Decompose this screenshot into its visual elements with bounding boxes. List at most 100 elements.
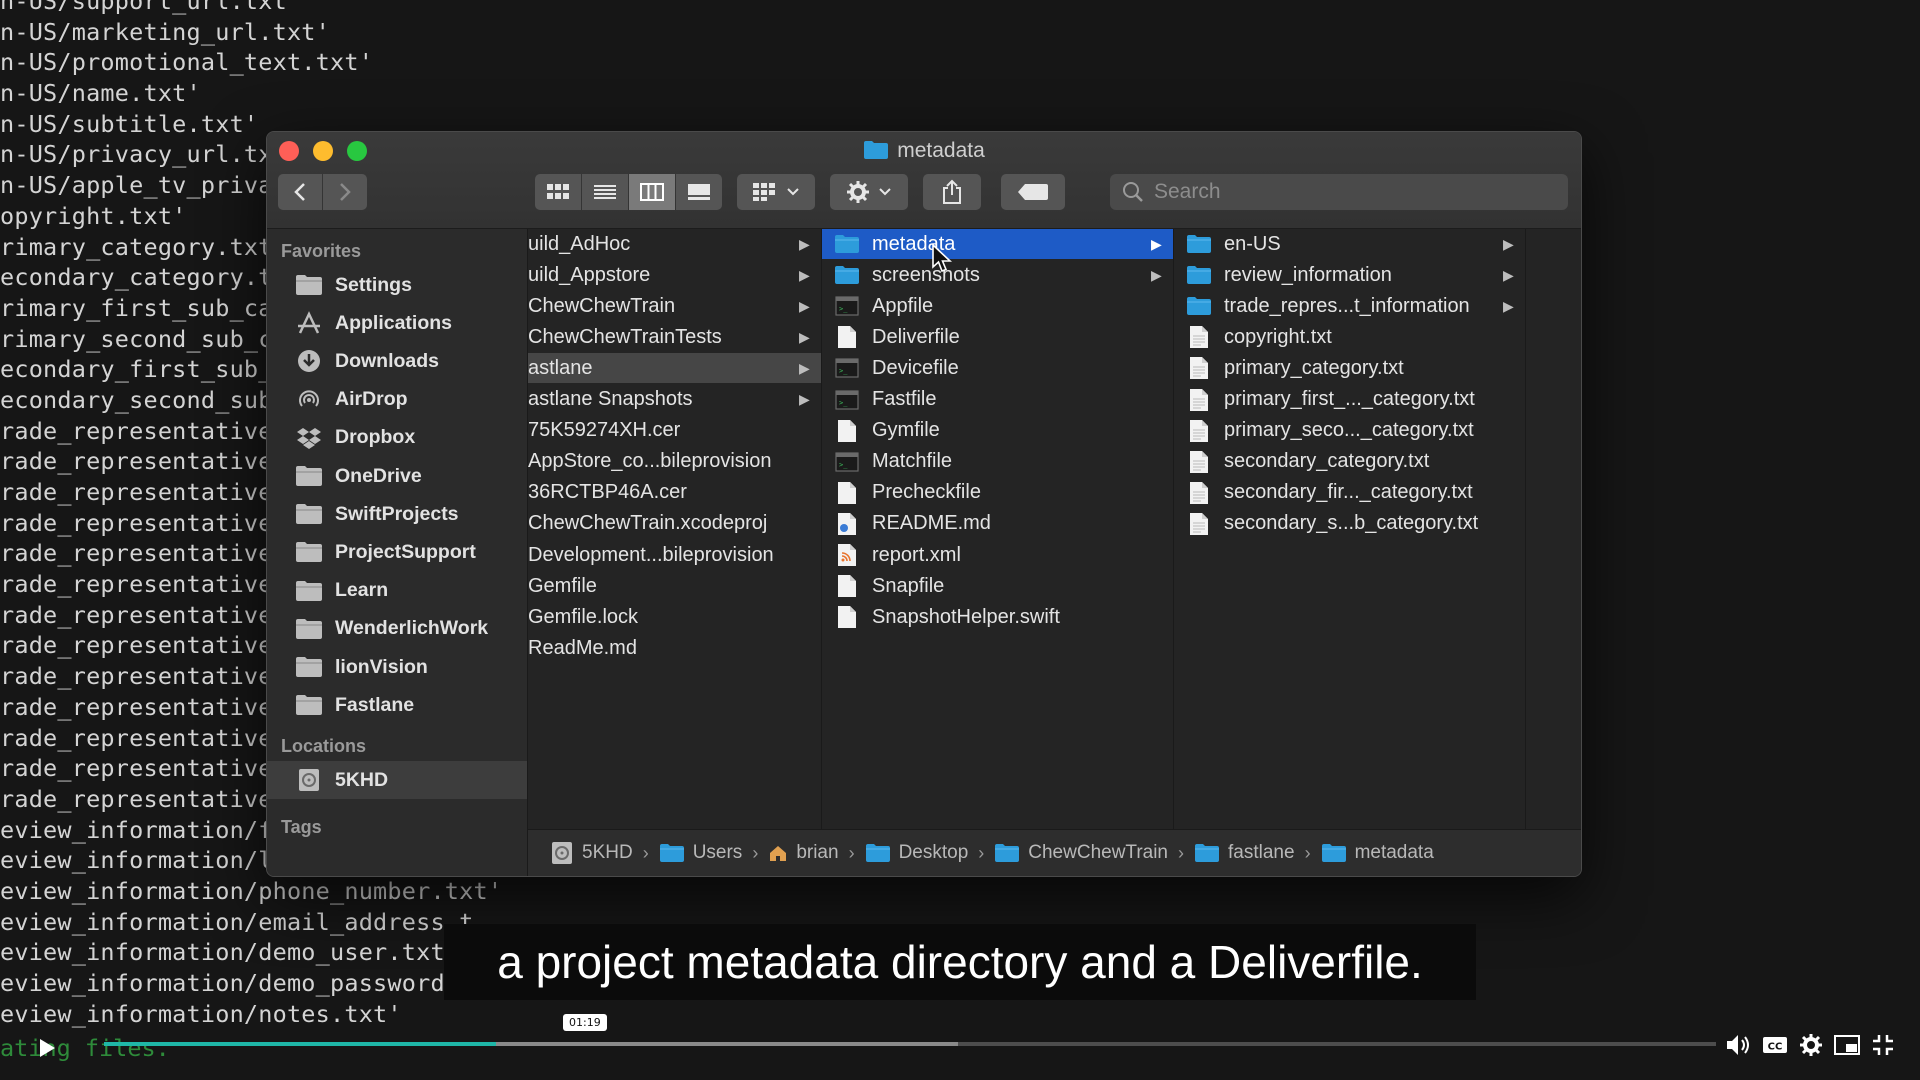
volume-button[interactable]	[1724, 1030, 1754, 1060]
file-row[interactable]: ChewChewTrain.xcodeproj	[528, 509, 821, 539]
row-label: screenshots	[872, 263, 980, 286]
svg-text:>_: >_	[839, 367, 848, 375]
picture-in-picture-button[interactable]	[1832, 1030, 1862, 1060]
chevron-down-icon	[787, 188, 799, 196]
file-row[interactable]: Development...bileprovision	[528, 540, 821, 570]
folder-icon	[1186, 293, 1212, 319]
folder-row[interactable]: astlane ▶	[528, 353, 821, 384]
list-view-button[interactable]	[582, 174, 628, 210]
sidebar-item-applications[interactable]: Applications	[267, 304, 527, 342]
path-crumb[interactable]: brian	[768, 842, 839, 864]
crumb-label: fastlane	[1228, 842, 1295, 863]
sidebar-item-lionvision[interactable]: lionVision	[267, 648, 527, 686]
file-row[interactable]: 75K59274XH.cer	[528, 416, 821, 446]
file-row[interactable]: >_ Devicefile	[822, 353, 1173, 383]
column-view-button[interactable]	[629, 174, 675, 210]
file-row[interactable]: SnapshotHelper.swift	[822, 602, 1173, 632]
path-crumb[interactable]: Users	[659, 842, 742, 864]
tag-button[interactable]	[1001, 174, 1065, 210]
row-label: review_information	[1224, 263, 1392, 286]
document-icon	[834, 480, 860, 506]
text-file-icon	[1186, 449, 1212, 475]
captions-button[interactable]: CC	[1760, 1030, 1790, 1060]
sidebar-item-label: Applications	[335, 311, 453, 334]
text-file-icon	[1186, 511, 1212, 537]
folder-row[interactable]: metadata ▶	[822, 229, 1173, 259]
gallery-view-button[interactable]	[676, 174, 722, 210]
file-row[interactable]: >_ Matchfile	[822, 447, 1173, 477]
file-row[interactable]: Snapfile	[822, 571, 1173, 601]
folder-row[interactable]: ChewChewTrain ▶	[528, 291, 821, 321]
sidebar-item-onedrive[interactable]: OneDrive	[267, 457, 527, 495]
group-by-button[interactable]	[737, 174, 815, 210]
file-row[interactable]: primary_seco..._category.txt	[1174, 416, 1525, 446]
folder-row[interactable]: en-US ▶	[1174, 229, 1525, 259]
window-title: metadata	[267, 139, 1581, 166]
file-row[interactable]: secondary_category.txt	[1174, 447, 1525, 477]
sidebar-item-5khd[interactable]: 5KHD	[267, 761, 527, 799]
folder-row[interactable]: astlane Snapshots ▶	[528, 385, 821, 415]
file-row[interactable]: ReadMe.md	[528, 633, 821, 663]
share-button[interactable]	[923, 174, 981, 210]
progress-bar[interactable]	[104, 1042, 1716, 1046]
sidebar-item-airdrop[interactable]: AirDrop	[267, 381, 527, 419]
action-menu-button[interactable]	[830, 174, 908, 210]
file-row[interactable]: secondary_fir..._category.txt	[1174, 478, 1525, 508]
icon-view-button[interactable]	[535, 174, 581, 210]
folder-row[interactable]: ChewChewTrainTests ▶	[528, 322, 821, 352]
file-row[interactable]: report.xml	[822, 540, 1173, 570]
sidebar-item-wenderlichwork[interactable]: WenderlichWork	[267, 610, 527, 648]
row-label: primary_first_..._category.txt	[1224, 388, 1475, 410]
folder-row[interactable]: uild_AdHoc ▶	[528, 229, 821, 259]
chevron-right-icon: ›	[1178, 842, 1185, 863]
sidebar: Favorites Locations Tags Settings Applica…	[267, 229, 528, 876]
file-row[interactable]: 36RCTBP46A.cer	[528, 478, 821, 508]
path-crumb[interactable]: Desktop	[865, 842, 969, 864]
path-crumb[interactable]: metadata	[1321, 842, 1434, 864]
sidebar-item-downloads[interactable]: Downloads	[267, 342, 527, 380]
file-row[interactable]: AppStore_co...bileprovision	[528, 447, 821, 477]
crumb-label: Desktop	[898, 842, 969, 863]
row-label: ChewChewTrainTests	[528, 325, 722, 348]
file-row[interactable]: >_ Appfile	[822, 291, 1173, 321]
forward-button[interactable]	[323, 174, 367, 210]
file-row[interactable]: README.md	[822, 509, 1173, 539]
file-row[interactable]: Gemfile	[528, 571, 821, 601]
exec-file-icon: >_	[834, 449, 860, 475]
sidebar-item-fastlane[interactable]: Fastlane	[267, 686, 527, 724]
folder-icon	[295, 618, 323, 640]
folder-row[interactable]: uild_Appstore ▶	[528, 260, 821, 290]
grid-icon	[753, 183, 775, 201]
gallery-icon	[688, 184, 710, 200]
search-field[interactable]: Search	[1110, 174, 1568, 210]
file-row[interactable]: >_ Fastfile	[822, 385, 1173, 415]
path-crumb[interactable]: ChewChewTrain	[994, 842, 1168, 864]
folder-icon	[865, 843, 891, 863]
sidebar-item-swiftprojects[interactable]: SwiftProjects	[267, 495, 527, 533]
mouse-cursor-icon	[932, 244, 953, 273]
folder-row[interactable]: review_information ▶	[1174, 260, 1525, 290]
file-row[interactable]: Gemfile.lock	[528, 602, 821, 632]
file-row[interactable]: primary_category.txt	[1174, 353, 1525, 383]
path-crumb[interactable]: 5KHD	[550, 840, 633, 866]
sidebar-item-settings[interactable]: Settings	[267, 266, 527, 304]
folder-icon	[295, 694, 323, 716]
crumb-label: ChewChewTrain	[1028, 842, 1169, 863]
sidebar-item-projectsupport[interactable]: ProjectSupport	[267, 533, 527, 571]
file-row[interactable]: Precheckfile	[822, 478, 1173, 508]
path-bar: 5KHD › Users › brian › Desktop › ChewChewTrain › f…	[528, 829, 1581, 876]
path-crumb[interactable]: fastlane	[1194, 842, 1295, 864]
file-row[interactable]: secondary_s...b_category.txt	[1174, 509, 1525, 539]
file-row[interactable]: Gymfile	[822, 416, 1173, 446]
folder-row[interactable]: screenshots ▶	[822, 260, 1173, 290]
exit-fullscreen-button[interactable]	[1868, 1030, 1898, 1060]
file-row[interactable]: primary_first_..._category.txt	[1174, 385, 1525, 415]
sidebar-item-learn[interactable]: Learn	[267, 572, 527, 610]
sidebar-item-dropbox[interactable]: Dropbox	[267, 419, 527, 457]
file-row[interactable]: copyright.txt	[1174, 322, 1525, 352]
file-row[interactable]: Deliverfile	[822, 322, 1173, 352]
play-button[interactable]	[30, 1031, 64, 1065]
settings-button[interactable]	[1796, 1030, 1826, 1060]
folder-row[interactable]: trade_repres...t_information ▶	[1174, 291, 1525, 321]
back-button[interactable]	[278, 174, 322, 210]
